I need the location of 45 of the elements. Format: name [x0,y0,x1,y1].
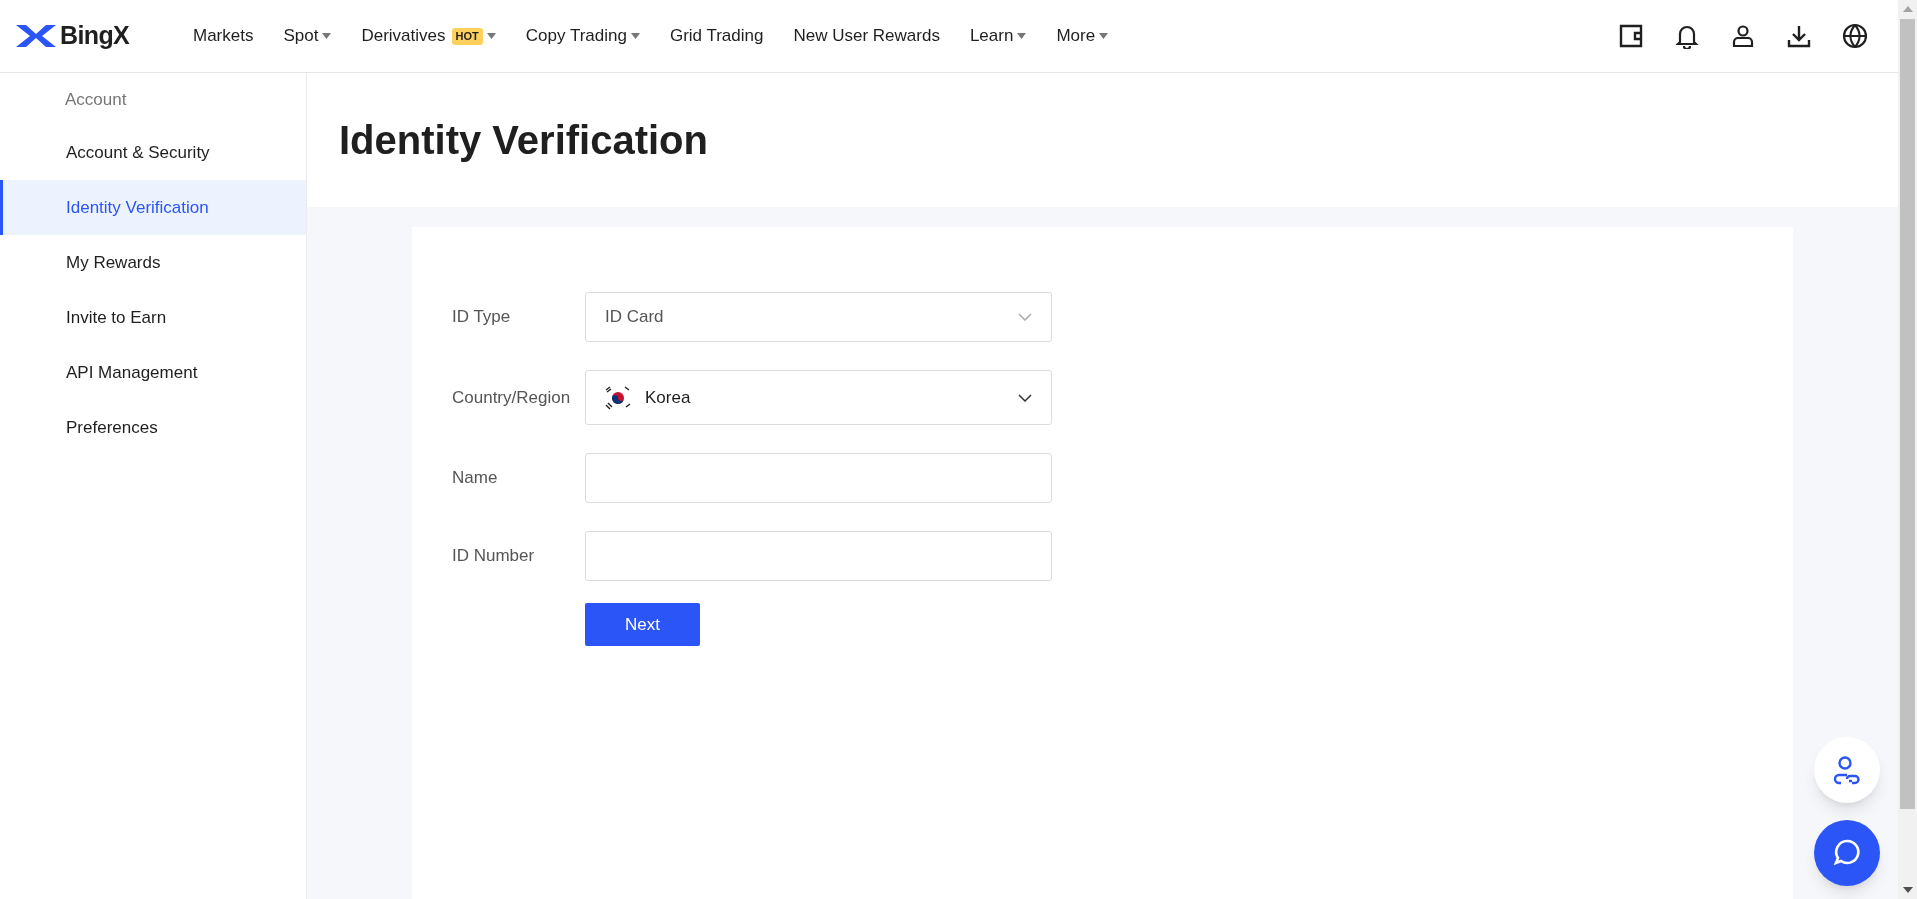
text-input[interactable] [585,531,1052,581]
page-title: Identity Verification [339,117,708,164]
field-label: ID Number [452,545,536,568]
globe-icon[interactable] [1842,23,1868,49]
chevron-down-icon [1018,393,1032,402]
sidebar-item[interactable]: Preferences [0,400,306,455]
scrollbar[interactable] [1898,0,1917,899]
logo-icon [16,23,56,49]
sidebar-heading: Account [64,89,128,112]
field-value: ID Card [605,306,665,329]
chat-button[interactable] [1814,820,1880,886]
sidebar-item[interactable]: Invite to Earn [0,290,306,345]
dropdown-field[interactable]: Korea [585,370,1052,425]
sidebar-item[interactable]: Identity Verification [0,180,306,235]
nav-link[interactable]: Grid Trading [669,23,764,49]
text-input[interactable] [585,453,1052,503]
sidebar-item[interactable]: My Rewards [0,235,306,290]
nav-link[interactable]: Markets [193,23,254,49]
nav-link[interactable]: New User Rewards [793,23,940,49]
flag-icon [605,385,631,410]
logo-text[interactable]: BingX [60,17,130,55]
nav-link[interactable]: Learn [969,23,1027,49]
field-value: Korea [645,386,692,409]
nav-link[interactable]: Derivatives HOT [361,23,496,49]
bell-icon[interactable] [1674,23,1700,49]
scrollbar-thumb[interactable] [1900,19,1915,809]
user-icon[interactable] [1730,23,1756,49]
next-button[interactable]: Next [585,603,700,646]
field-label: Country/Region [452,386,572,409]
field-label: Name [452,467,499,490]
field-label: ID Type [452,306,512,329]
referral-button[interactable] [1814,737,1880,803]
dropdown-field[interactable]: ID Card [585,292,1052,342]
download-icon[interactable] [1786,23,1812,49]
sidebar-item[interactable]: API Management [0,345,306,400]
nav-link[interactable]: More [1056,23,1109,49]
chevron-down-icon [1018,313,1032,321]
nav-link[interactable]: Spot [283,23,332,49]
user-link-icon [1833,755,1861,785]
nav-link[interactable]: Copy Trading [525,23,640,49]
wallet-icon[interactable] [1618,23,1644,49]
hot-badge: HOT [451,27,483,45]
chat-icon [1832,838,1862,868]
sidebar-item[interactable]: Account & Security [0,125,306,180]
scroll-down-icon[interactable] [1902,887,1913,893]
